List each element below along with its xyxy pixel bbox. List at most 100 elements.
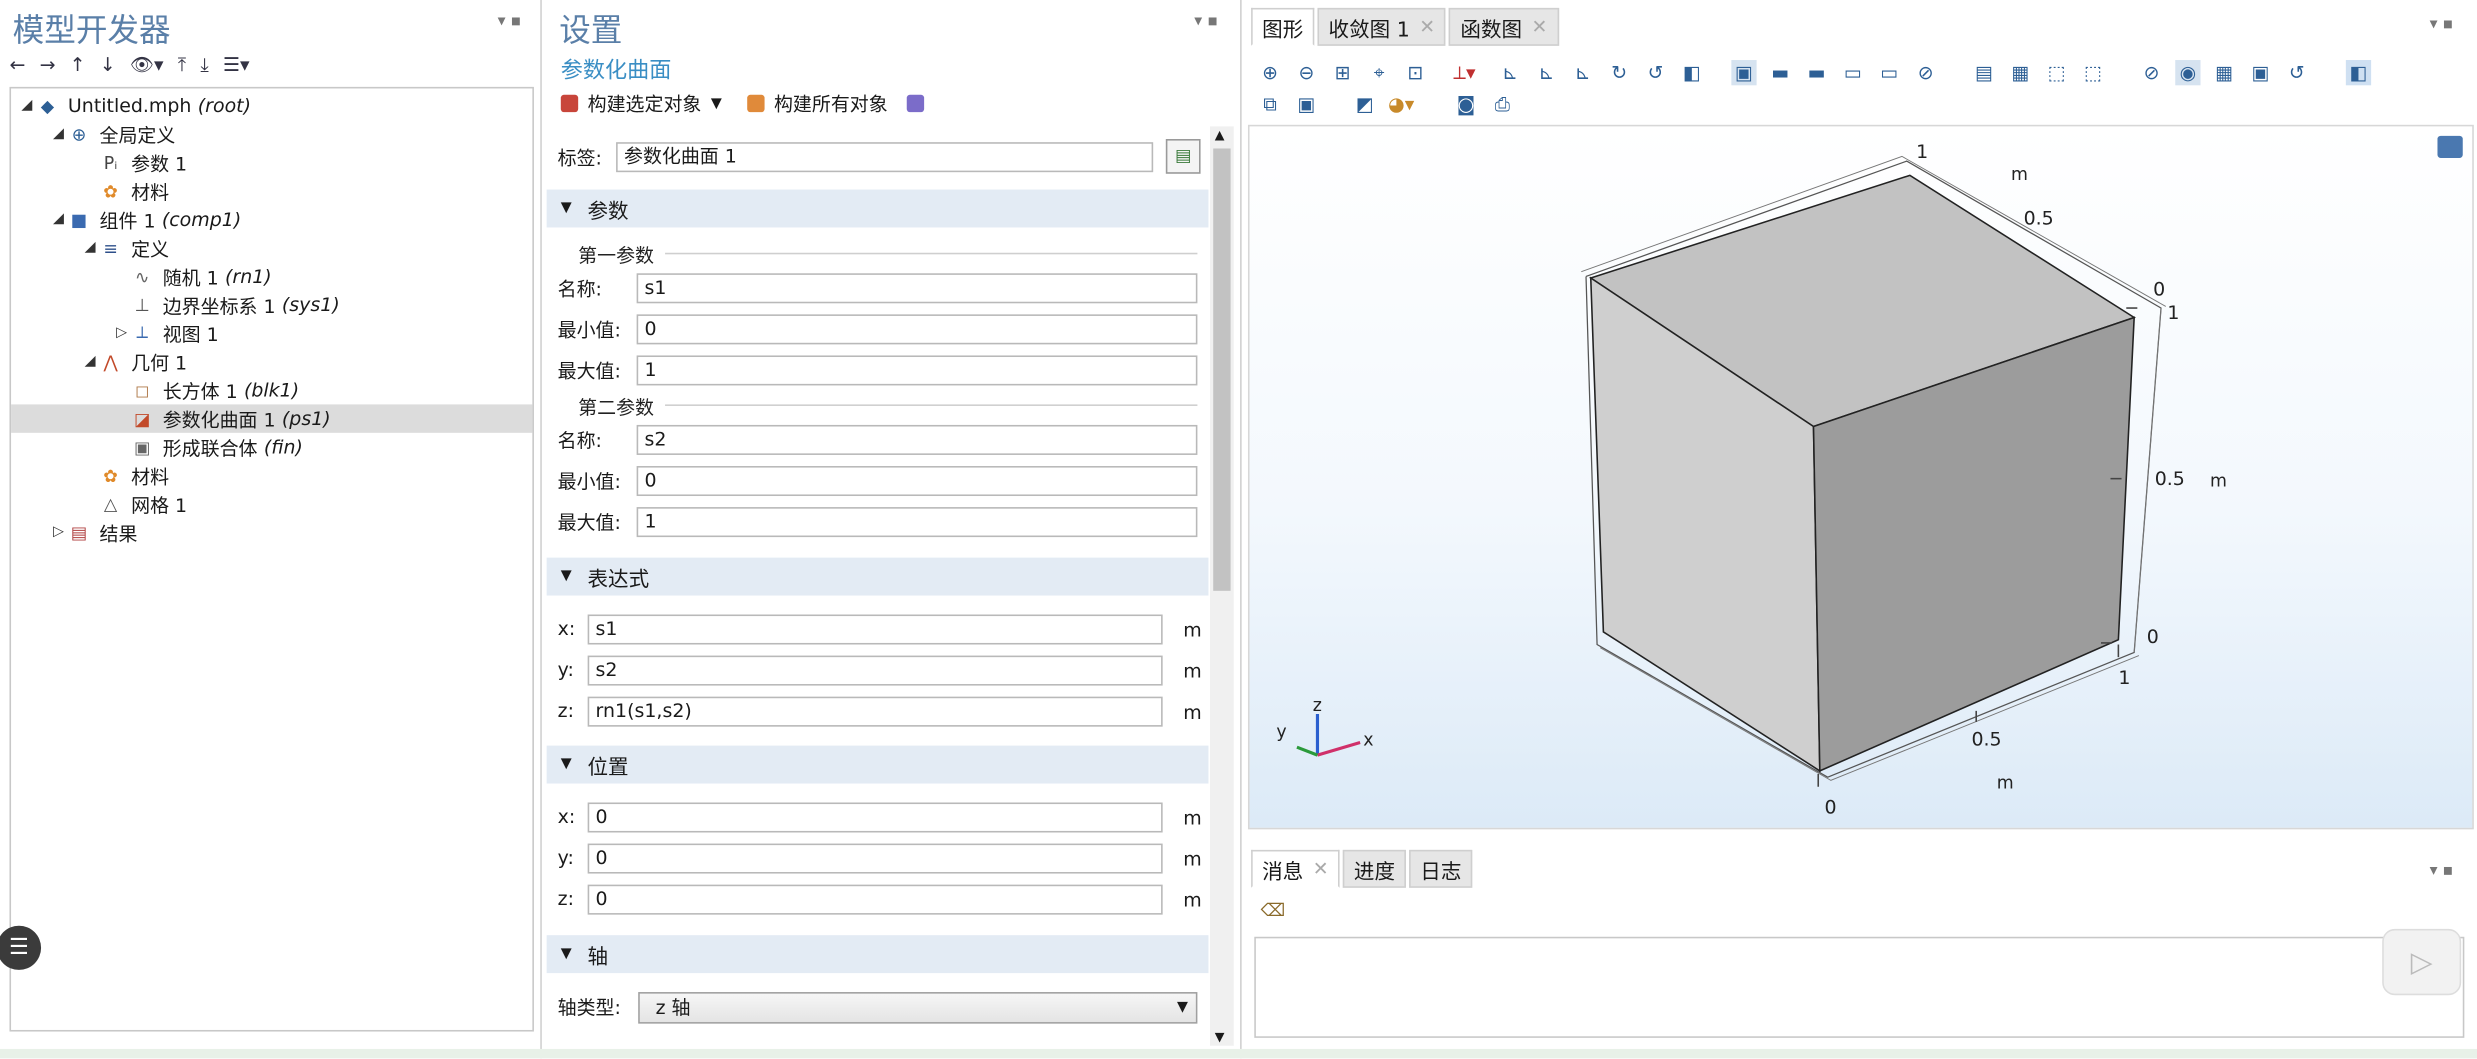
expand-toggle-icon[interactable]: ◢ (49, 126, 68, 142)
tree-item[interactable]: ▷ ▤ 结果 (49, 518, 137, 546)
collapse-triangle-icon[interactable]: ▼ (561, 569, 572, 585)
graphics-icon[interactable] (906, 94, 925, 113)
collapse-triangle-icon[interactable]: ▼ (561, 757, 572, 773)
axis-type-select[interactable]: z 轴 ▼ (638, 992, 1198, 1024)
show-axis-icon[interactable]: ▣ (2248, 60, 2273, 85)
expand-all-icon[interactable]: ⤒ (178, 53, 186, 77)
tab[interactable]: 消息 ✕ (1251, 849, 1340, 888)
tree-item[interactable]: △ 网格 1 (81, 490, 187, 518)
zoom-box-icon[interactable]: ⊞ (1330, 60, 1355, 85)
yz-view-icon[interactable]: ⊾ (1534, 60, 1559, 85)
move-up-icon[interactable]: ↑ (70, 54, 86, 76)
forward-arrow-icon[interactable]: → (40, 54, 56, 76)
tree-item[interactable]: ◻ 长方体 1 (blk1) (112, 376, 299, 404)
select-points-icon[interactable]: ▭ (1877, 60, 1902, 85)
section-position[interactable]: ▼ 位置 (546, 745, 1209, 784)
expand-toggle-icon[interactable]: ▷ (49, 524, 68, 540)
tree-item[interactable]: Pᵢ 参数 1 (81, 148, 187, 176)
tab[interactable]: 进度 (1342, 849, 1407, 888)
pane-menu-icon[interactable]: ▾ ▪ (2430, 863, 2454, 880)
p2-min-field[interactable]: 0 (636, 466, 1198, 497)
clear-selection-icon[interactable]: ⊘ (1913, 60, 1938, 85)
tree-item[interactable]: ◢ ≡ 定义 (81, 234, 169, 262)
rotate-icon[interactable]: ↻ (1607, 60, 1632, 85)
layer-icon[interactable] (2437, 135, 2463, 158)
collapse-triangle-icon[interactable]: ▼ (561, 946, 572, 962)
copy-icon[interactable]: ⧉ (1257, 92, 1282, 117)
tree-item[interactable]: ▷ ⟂ 视图 1 (112, 319, 219, 347)
pane-menu-icon[interactable]: ▾ ▪ (2430, 16, 2454, 33)
p2-name-field[interactable]: s2 (636, 424, 1198, 455)
tree-item[interactable]: ✿ 材料 (81, 177, 169, 205)
settings-scrollbar[interactable]: ▲ ▼ (1210, 126, 1234, 1046)
select-box-icon[interactable]: ⬚ (2044, 60, 2069, 85)
collapse-all-icon[interactable]: ⤓ (200, 53, 208, 77)
show-grid-icon[interactable]: ▦ (2212, 60, 2237, 85)
pos-y-field[interactable]: 0 (587, 843, 1163, 874)
xz-view-icon[interactable]: ⊾ (1570, 60, 1595, 85)
reset-hiding-icon[interactable]: ↺ (2284, 60, 2309, 85)
tree-item[interactable]: ▣ 形成联合体 (fin) (112, 433, 303, 461)
scene-light-icon[interactable]: ◩ (1352, 92, 1377, 117)
zoom-out-icon[interactable]: ⊖ (1294, 60, 1319, 85)
expand-toggle-icon[interactable]: ◢ (17, 98, 36, 114)
xy-view-icon[interactable]: ⊾ (1498, 60, 1523, 85)
expr-z-field[interactable]: rn1(s1,s2) (587, 696, 1163, 727)
expand-toggle-icon[interactable]: ◢ (81, 240, 100, 256)
close-icon[interactable]: ✕ (1419, 16, 1435, 38)
hide-objects-icon[interactable]: ⊘ (2139, 60, 2164, 85)
tree-item[interactable]: ◪ 参数化曲面 1 (ps1) (11, 404, 533, 433)
section-expression[interactable]: ▼ 表达式 (546, 557, 1209, 596)
tree-item[interactable]: ◢ ◆ Untitled.mph (root) (17, 92, 251, 120)
tab[interactable]: 图形 (1251, 7, 1315, 46)
scroll-down-icon[interactable]: ▼ (1215, 1030, 1225, 1044)
print-icon[interactable]: ⎙ (1490, 92, 1515, 117)
chevron-down-icon[interactable]: ▼ (711, 96, 722, 112)
pane-menu-icon[interactable]: ▾ ▪ (498, 13, 522, 30)
transparency-icon[interactable]: ◧ (1679, 60, 1704, 85)
p1-min-field[interactable]: 0 (636, 314, 1198, 345)
close-icon[interactable]: ✕ (1313, 858, 1329, 880)
expand-toggle-icon[interactable]: ◢ (49, 212, 68, 228)
build-all-button[interactable]: 构建所有对象 (747, 90, 888, 117)
save-image-icon[interactable]: ▣ (1294, 92, 1319, 117)
select-all-icon[interactable]: ⬚ (2080, 60, 2105, 85)
show-objects-icon[interactable]: ◉ (2175, 60, 2201, 86)
chevron-down-icon[interactable]: ▼ (1177, 994, 1188, 1022)
select-boundaries-icon[interactable]: ▬ (1804, 60, 1829, 85)
play-overlay-icon[interactable]: ▷ (2382, 928, 2462, 996)
pane-menu-icon[interactable]: ▾ ▪ (1194, 13, 1218, 30)
zoom-selected-icon[interactable]: ⌖ (1366, 60, 1391, 85)
zoom-extents-icon[interactable]: ⊡ (1403, 60, 1428, 85)
tree-item[interactable]: ◢ ⋀ 几何 1 (81, 348, 188, 376)
pos-x-field[interactable]: 0 (587, 802, 1163, 833)
pos-z-field[interactable]: 0 (587, 884, 1163, 915)
expr-x-field[interactable]: s1 (587, 614, 1163, 645)
select-edges-icon[interactable]: ▭ (1840, 60, 1865, 85)
zoom-in-icon[interactable]: ⊕ (1257, 60, 1282, 85)
hide-icon[interactable]: ▤ (1971, 60, 1996, 85)
p1-name-field[interactable]: s1 (636, 273, 1198, 304)
build-selected-button[interactable]: 构建选定对象 ▼ (560, 90, 722, 117)
scroll-up-icon[interactable]: ▲ (1215, 128, 1225, 142)
p2-max-field[interactable]: 1 (636, 507, 1198, 538)
list-icon[interactable]: ☰▾ (223, 54, 250, 76)
close-icon[interactable]: ✕ (1532, 16, 1548, 38)
expr-y-field[interactable]: s2 (587, 655, 1163, 686)
panel-toggle-icon[interactable]: ◧ (2345, 60, 2372, 86)
select-domains-icon[interactable]: ▬ (1768, 60, 1793, 85)
tab[interactable]: 日志 (1409, 849, 1473, 888)
reset-view-icon[interactable]: ↺ (1643, 60, 1668, 85)
tree-item[interactable]: ◢ ⊕ 全局定义 (49, 120, 175, 148)
collapse-triangle-icon[interactable]: ▼ (561, 201, 572, 217)
graphics-canvas[interactable]: 1 m 0.5 0 1 0.5 m 0 1 0.5 m 0 z x y (1247, 124, 2474, 830)
select-objects-icon[interactable]: ▣ (1731, 60, 1757, 86)
scroll-thumb[interactable] (1213, 148, 1231, 591)
tree-item[interactable]: ✿ 材料 (81, 461, 169, 489)
snapshot-icon[interactable]: ◙ (1453, 92, 1478, 117)
label-edit-icon[interactable]: ▤ (1165, 139, 1201, 174)
tree-item[interactable]: ⊥ 边界坐标系 1 (sys1) (112, 291, 340, 319)
tab[interactable]: 收敛图 1 ✕ (1317, 7, 1447, 46)
tree-item[interactable]: ∿ 随机 1 (rn1) (112, 262, 272, 290)
section-parameters[interactable]: ▼ 参数 (546, 189, 1209, 228)
